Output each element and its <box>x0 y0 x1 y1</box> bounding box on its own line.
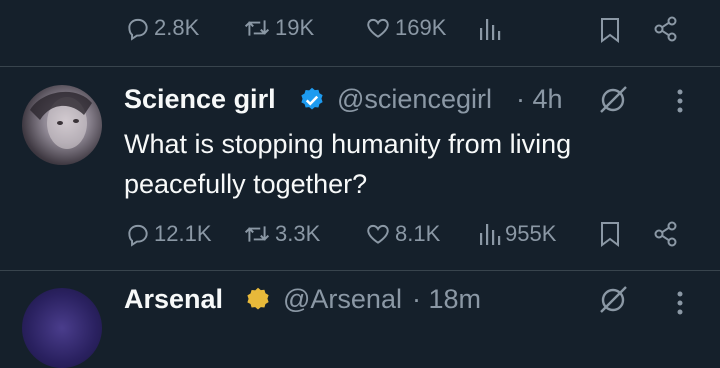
heart-icon <box>367 18 389 38</box>
repost-button[interactable]: 19K <box>242 15 314 41</box>
share-icon <box>654 16 677 42</box>
grok-icon <box>600 86 627 113</box>
bookmark-icon <box>601 222 619 247</box>
bookmark-button[interactable] <box>598 16 622 49</box>
reply-count: 12.1K <box>154 221 212 246</box>
like-count: 169K <box>395 15 447 40</box>
reply-button[interactable]: 12.1K <box>125 221 212 247</box>
heart-icon <box>367 224 389 244</box>
views-button[interactable]: 955K <box>478 221 556 247</box>
reply-icon <box>128 224 148 247</box>
views-button[interactable] <box>478 16 502 47</box>
views-icon <box>480 224 501 245</box>
share-icon <box>654 221 677 247</box>
repost-button[interactable]: 3.3K <box>242 221 320 247</box>
tweet-divider <box>0 66 720 67</box>
more-options-button[interactable] <box>676 88 684 119</box>
repost-count: 3.3K <box>275 221 321 246</box>
share-button[interactable] <box>652 220 680 253</box>
avatar[interactable] <box>22 288 102 368</box>
repost-icon <box>244 20 270 36</box>
display-name[interactable]: Science girl <box>124 84 276 115</box>
verified-badge-icon <box>244 286 272 319</box>
reply-icon <box>128 18 148 41</box>
display-name[interactable]: Arsenal <box>124 284 223 315</box>
more-icon <box>677 291 683 315</box>
reply-count: 2.8K <box>154 15 200 40</box>
tweet-time[interactable]: · 4h <box>516 84 563 115</box>
like-button[interactable]: 169K <box>364 15 446 41</box>
user-handle[interactable]: @sciencegirl <box>337 84 492 115</box>
like-count: 8.1K <box>395 221 441 246</box>
repost-icon <box>244 226 270 242</box>
verified-badge-icon <box>298 86 326 119</box>
more-icon <box>677 89 683 113</box>
bookmark-icon <box>601 18 619 43</box>
more-options-button[interactable] <box>676 290 684 321</box>
user-handle[interactable]: @Arsenal <box>283 284 402 315</box>
grok-icon <box>600 286 627 313</box>
repost-count: 19K <box>275 15 315 40</box>
reply-button[interactable]: 2.8K <box>125 15 199 41</box>
tweet-time[interactable]: · 18m <box>412 284 481 315</box>
like-button[interactable]: 8.1K <box>364 221 440 247</box>
grok-button[interactable] <box>596 284 630 321</box>
bookmark-button[interactable] <box>598 220 622 253</box>
tweet-divider <box>0 270 720 271</box>
views-icon <box>480 19 501 40</box>
tweet-text: What is stopping humanity from living pe… <box>124 129 572 199</box>
share-button[interactable] <box>652 15 680 48</box>
grok-button[interactable] <box>596 84 630 121</box>
views-count: 955K <box>505 221 557 246</box>
avatar[interactable] <box>22 85 102 165</box>
